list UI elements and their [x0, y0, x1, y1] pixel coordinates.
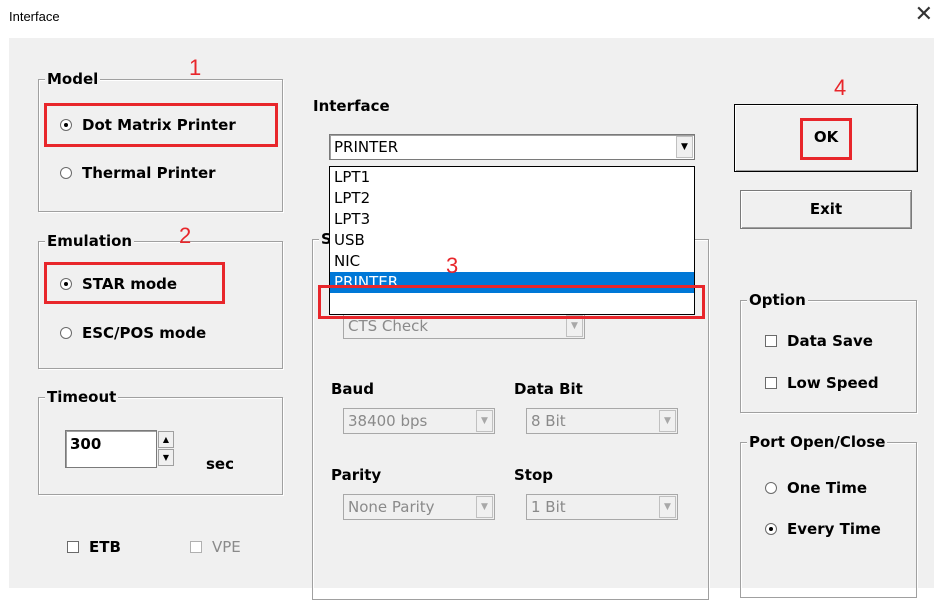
port-group-title: Port Open/Close — [747, 433, 888, 451]
parity-select[interactable]: None Parity ▼ — [343, 494, 495, 520]
radio-unselected-icon — [60, 327, 72, 339]
checkbox-icon — [765, 377, 777, 389]
timeout-unit: sec — [206, 455, 234, 473]
chevron-down-icon: ▼ — [476, 496, 493, 518]
esc-pos-mode-radio[interactable]: ESC/POS mode — [60, 324, 206, 342]
spin-down-icon[interactable]: ▼ — [158, 449, 174, 466]
chevron-down-icon: ▼ — [476, 410, 493, 432]
annotation-4: 4 — [834, 75, 847, 100]
option-group-title: Option — [747, 291, 808, 309]
interface-label: Interface — [313, 97, 390, 115]
star-mode-radio[interactable]: STAR mode — [60, 275, 177, 293]
checkbox-icon — [765, 335, 777, 347]
dropdown-option-lpt2[interactable]: LPT2 — [330, 188, 694, 209]
radio-selected-icon — [60, 278, 72, 290]
radio-unselected-icon — [765, 482, 777, 494]
chevron-down-icon: ▼ — [659, 410, 676, 432]
dropdown-option-printer[interactable]: PRINTER — [330, 272, 694, 293]
baud-select[interactable]: 38400 bps ▼ — [343, 408, 495, 434]
emulation-group-title: Emulation — [45, 232, 135, 250]
annotation-1: 1 — [189, 55, 202, 80]
stop-select[interactable]: 1 Bit ▼ — [526, 494, 678, 520]
chevron-down-icon[interactable]: ▼ — [676, 136, 693, 158]
dialog-client-area: Model Dot Matrix Printer Thermal Printer… — [9, 38, 934, 600]
ok-button[interactable]: OK — [734, 104, 918, 172]
spin-up-icon[interactable]: ▲ — [158, 431, 174, 448]
model-group: Model — [38, 70, 283, 212]
annotation-2: 2 — [179, 223, 192, 248]
etb-checkbox[interactable]: ETB — [67, 538, 121, 556]
radio-unselected-icon — [60, 167, 72, 179]
checkbox-icon — [190, 541, 202, 553]
thermal-printer-radio[interactable]: Thermal Printer — [60, 164, 216, 182]
baud-label: Baud — [331, 380, 374, 398]
radio-selected-icon — [765, 523, 777, 535]
interface-dropdown-list: LPT1 LPT2 LPT3 USB NIC PRINTER — [329, 166, 695, 315]
model-group-title: Model — [45, 70, 101, 88]
interface-select[interactable]: PRINTER ▼ — [329, 134, 695, 160]
parity-label: Parity — [331, 466, 382, 484]
low-speed-checkbox[interactable]: Low Speed — [765, 374, 879, 392]
exit-button[interactable]: Exit — [740, 190, 912, 229]
timeout-group-title: Timeout — [45, 388, 119, 406]
option-group: Option — [740, 291, 917, 413]
data-bit-label: Data Bit — [514, 380, 583, 398]
dot-matrix-printer-radio[interactable]: Dot Matrix Printer — [60, 116, 236, 134]
timeout-input[interactable]: 300 — [65, 430, 157, 468]
data-save-checkbox[interactable]: Data Save — [765, 332, 873, 350]
data-bit-select[interactable]: 8 Bit ▼ — [526, 408, 678, 434]
annotation-3: 3 — [446, 253, 459, 278]
emulation-group: Emulation — [38, 232, 283, 369]
every-time-radio[interactable]: Every Time — [765, 520, 881, 538]
checkbox-icon — [67, 541, 79, 553]
vpe-checkbox[interactable]: VPE — [190, 538, 241, 556]
dropdown-option-nic[interactable]: NIC — [330, 251, 694, 272]
window-title: Interface — [9, 9, 60, 24]
radio-selected-icon — [60, 119, 72, 131]
stop-label: Stop — [514, 466, 554, 484]
chevron-down-icon: ▼ — [566, 315, 583, 337]
dropdown-option-lpt1[interactable]: LPT1 — [330, 167, 694, 188]
close-icon[interactable]: ✕ — [915, 4, 933, 26]
chevron-down-icon: ▼ — [659, 496, 676, 518]
one-time-radio[interactable]: One Time — [765, 479, 867, 497]
title-bar: Interface ✕ — [0, 0, 945, 36]
dropdown-option-usb[interactable]: USB — [330, 230, 694, 251]
dropdown-option-lpt3[interactable]: LPT3 — [330, 209, 694, 230]
flow-control-select[interactable]: CTS Check ▼ — [343, 313, 585, 339]
